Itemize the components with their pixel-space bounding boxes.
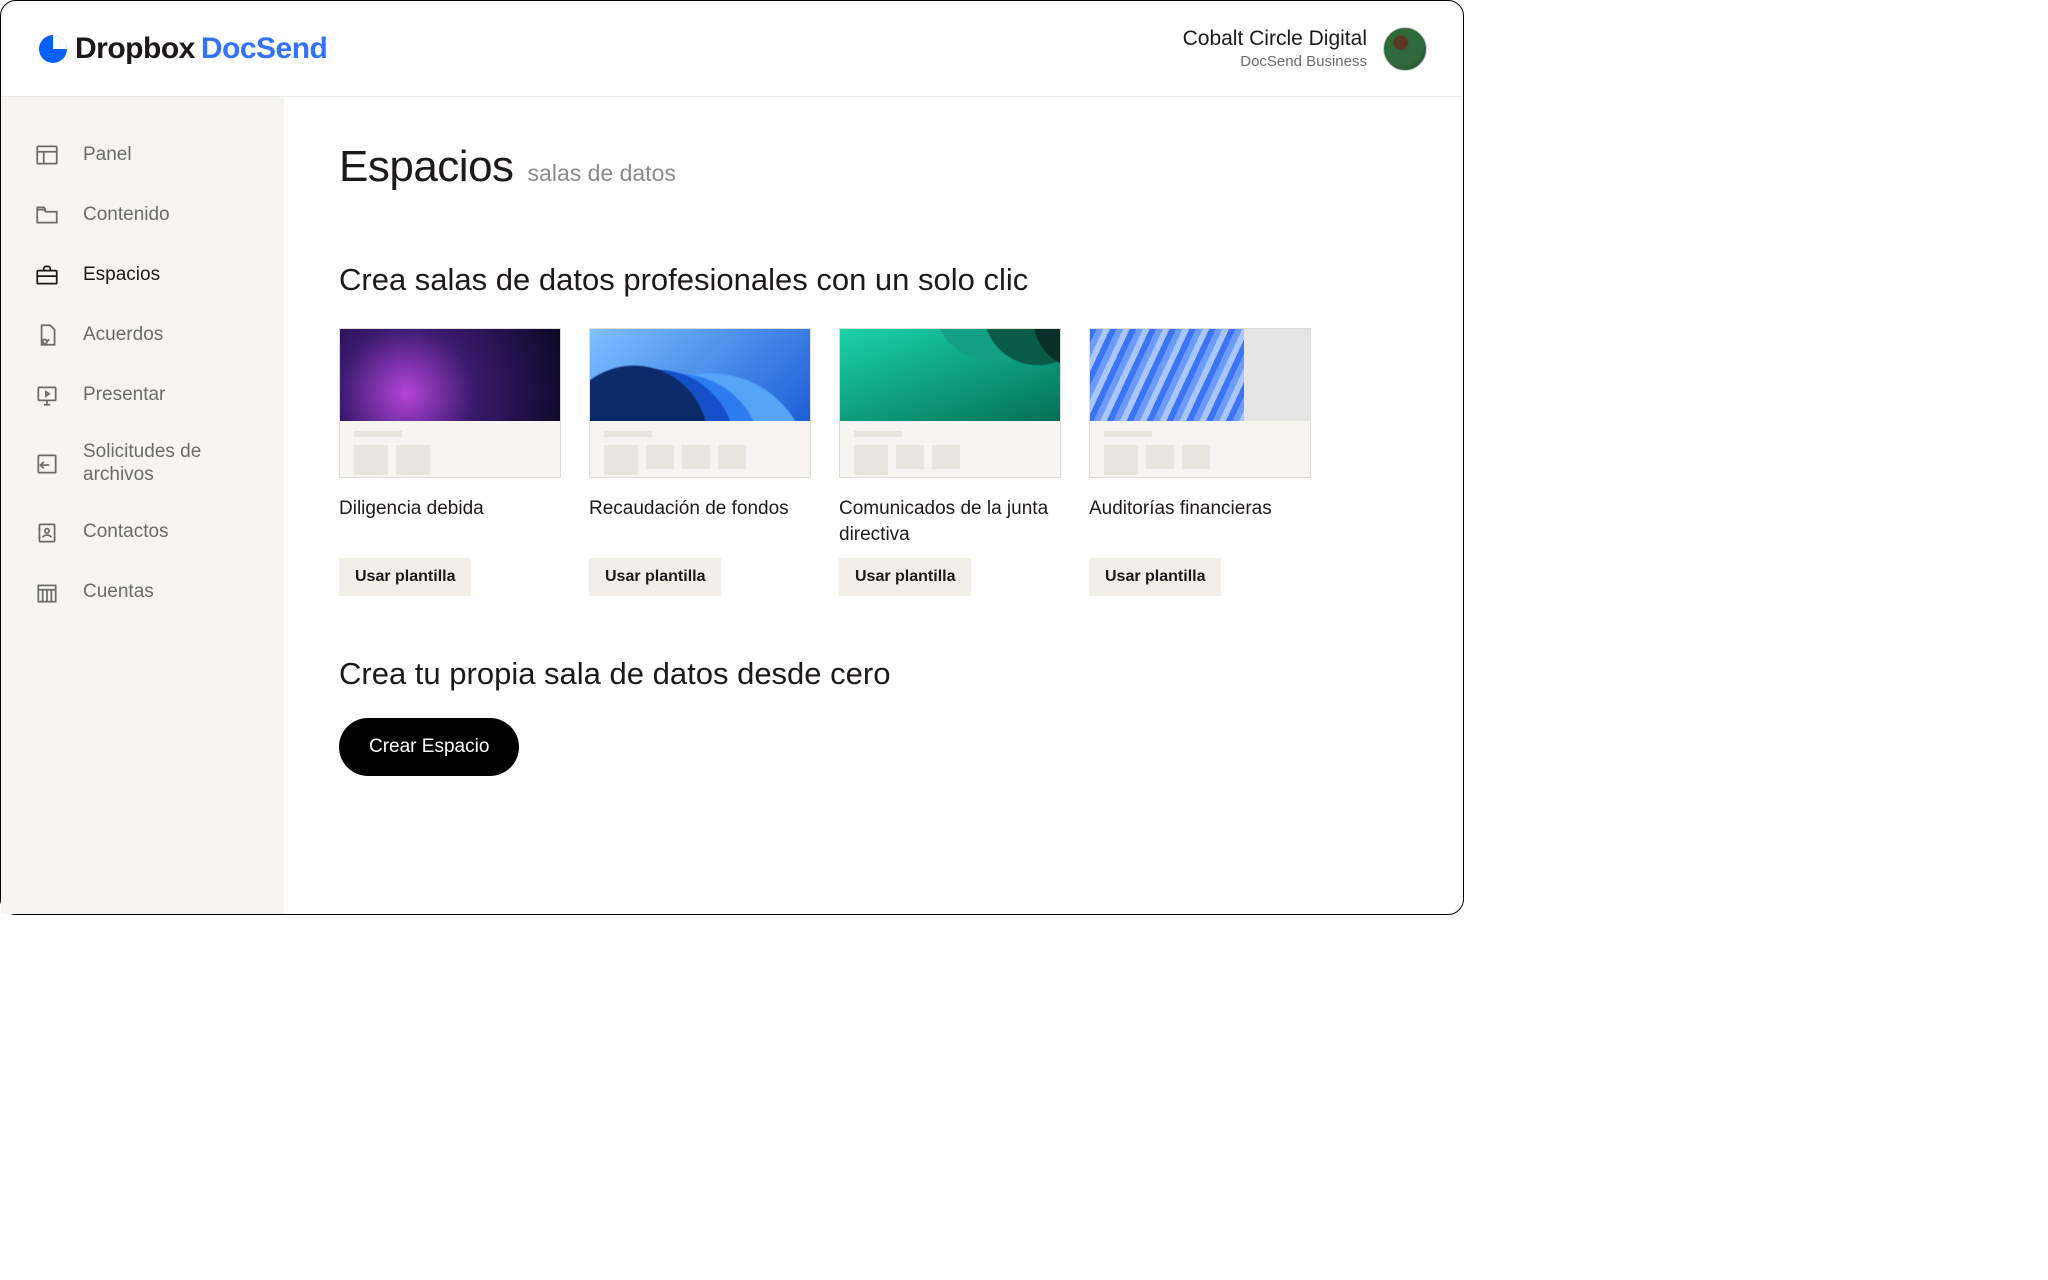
sidebar-item-contenido[interactable]: Contenido <box>21 185 264 245</box>
contacts-icon <box>33 519 61 547</box>
sidebar-item-label: Acuerdos <box>83 324 163 347</box>
file-request-icon <box>33 450 61 478</box>
template-thumb-image <box>590 329 810 421</box>
template-title: Recaudación de fondos <box>589 496 811 548</box>
page-title: Espacios <box>339 142 514 192</box>
main-content: Espacios salas de datos Crea salas de da… <box>284 97 1463 914</box>
sidebar-item-label: Contenido <box>83 204 170 227</box>
sidebar-item-presentar[interactable]: Presentar <box>21 365 264 425</box>
template-card: Auditorías financieras Usar plantilla <box>1089 328 1311 596</box>
template-card: Recaudación de fondos Usar plantilla <box>589 328 811 596</box>
template-thumbnail[interactable] <box>339 328 561 478</box>
template-thumbnail[interactable] <box>1089 328 1311 478</box>
sidebar: Panel Contenido Espacios Acuerdos Presen… <box>1 97 284 914</box>
present-icon <box>33 381 61 409</box>
use-template-button[interactable]: Usar plantilla <box>339 558 471 596</box>
templates-grid: Diligencia debidaUsar plantillaRecaudaci… <box>339 328 1408 596</box>
sidebar-item-contactos[interactable]: Contactos <box>21 503 264 563</box>
sidebar-item-label: Cuentas <box>83 581 154 604</box>
sidebar-item-label: Panel <box>83 144 132 167</box>
template-thumb-image <box>340 329 560 421</box>
logo[interactable]: Dropbox DocSend <box>37 32 327 66</box>
templates-heading: Crea salas de datos profesionales con un… <box>339 262 1408 298</box>
template-title: Auditorías financieras <box>1089 496 1311 548</box>
brand-secondary: DocSend <box>201 32 328 66</box>
folder-icon <box>33 201 61 229</box>
header-right: Cobalt Circle Digital DocSend Business <box>1183 27 1427 71</box>
template-card: Comunicados de la junta directiva Usar pl… <box>839 328 1061 596</box>
template-thumb-placeholder <box>1090 421 1310 477</box>
template-thumb-image <box>840 329 1060 421</box>
sidebar-item-acuerdos[interactable]: Acuerdos <box>21 305 264 365</box>
template-thumbnail[interactable] <box>589 328 811 478</box>
create-space-button[interactable]: Crear Espacio <box>339 718 519 776</box>
sidebar-item-cuentas[interactable]: Cuentas <box>21 563 264 623</box>
template-thumb-image <box>1090 329 1310 421</box>
agreement-icon <box>33 321 61 349</box>
template-thumbnail[interactable] <box>839 328 1061 478</box>
sidebar-item-label: Contactos <box>83 521 169 544</box>
brand-primary: Dropbox <box>75 32 195 66</box>
briefcase-icon <box>33 261 61 289</box>
template-card: Diligencia debida Usar plantilla <box>339 328 561 596</box>
accounts-icon <box>33 579 61 607</box>
header: Dropbox DocSend Cobalt Circle Digital Do… <box>1 1 1463 97</box>
org-name: Cobalt Circle Digital <box>1183 27 1367 51</box>
sidebar-item-solicitudes[interactable]: Solicitudes de archivos <box>21 425 264 503</box>
template-title: Comunicados de la junta directiva <box>839 496 1061 548</box>
dropbox-logo-icon <box>37 33 69 65</box>
page-subtitle: salas de datos <box>528 160 676 187</box>
sidebar-item-label: Solicitudes de archivos <box>83 441 252 487</box>
sidebar-item-label: Presentar <box>83 384 165 407</box>
dashboard-icon <box>33 141 61 169</box>
template-thumb-placeholder <box>590 421 810 477</box>
template-thumb-placeholder <box>840 421 1060 477</box>
use-template-button[interactable]: Usar plantilla <box>839 558 971 596</box>
avatar[interactable] <box>1383 27 1427 71</box>
use-template-button[interactable]: Usar plantilla <box>1089 558 1221 596</box>
plan-name: DocSend Business <box>1183 53 1367 70</box>
template-title: Diligencia debida <box>339 496 561 548</box>
create-heading: Crea tu propia sala de datos desde cero <box>339 656 1408 692</box>
sidebar-item-espacios[interactable]: Espacios <box>21 245 264 305</box>
sidebar-item-label: Espacios <box>83 264 160 287</box>
use-template-button[interactable]: Usar plantilla <box>589 558 721 596</box>
sidebar-item-panel[interactable]: Panel <box>21 125 264 185</box>
template-thumb-placeholder <box>340 421 560 477</box>
